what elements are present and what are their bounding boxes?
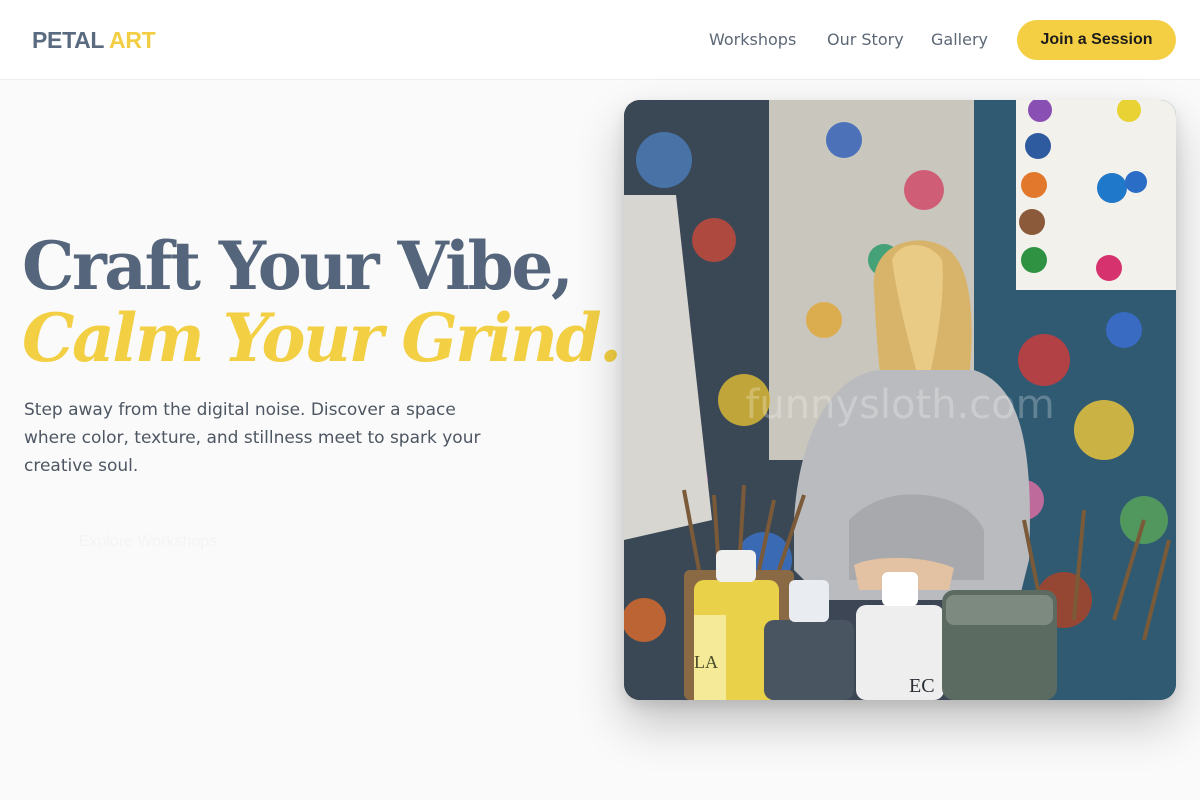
jar-label-text: EC [909,675,935,697]
nav-link-workshops[interactable]: Workshops [709,29,796,51]
nav-link-our-story[interactable]: Our Story [827,29,904,51]
join-session-button[interactable]: Join a Session [1017,20,1176,60]
hero-description: Step away from the digital noise. Discov… [24,400,481,476]
nav-link-gallery[interactable]: Gallery [931,29,988,51]
brand-logo-part2: ART [109,27,156,53]
hero-photo: EC LA funnysloth.com [624,100,1176,700]
brand-logo-part1: PETAL [32,27,104,53]
explore-workshops-button[interactable]: Explore Workshops [24,520,272,564]
site-header: PETAL ART Workshops Our Story Gallery Jo… [0,0,1200,80]
hero-headline-line1: Craft Your Vibe, [22,227,574,305]
hero-headline-line2: Calm Your Grind. [22,299,622,377]
brand-logo[interactable]: PETAL ART [32,26,156,54]
image-watermark: funnysloth.com [745,382,1054,428]
yellow-bottle-label-text: LA [694,652,718,672]
